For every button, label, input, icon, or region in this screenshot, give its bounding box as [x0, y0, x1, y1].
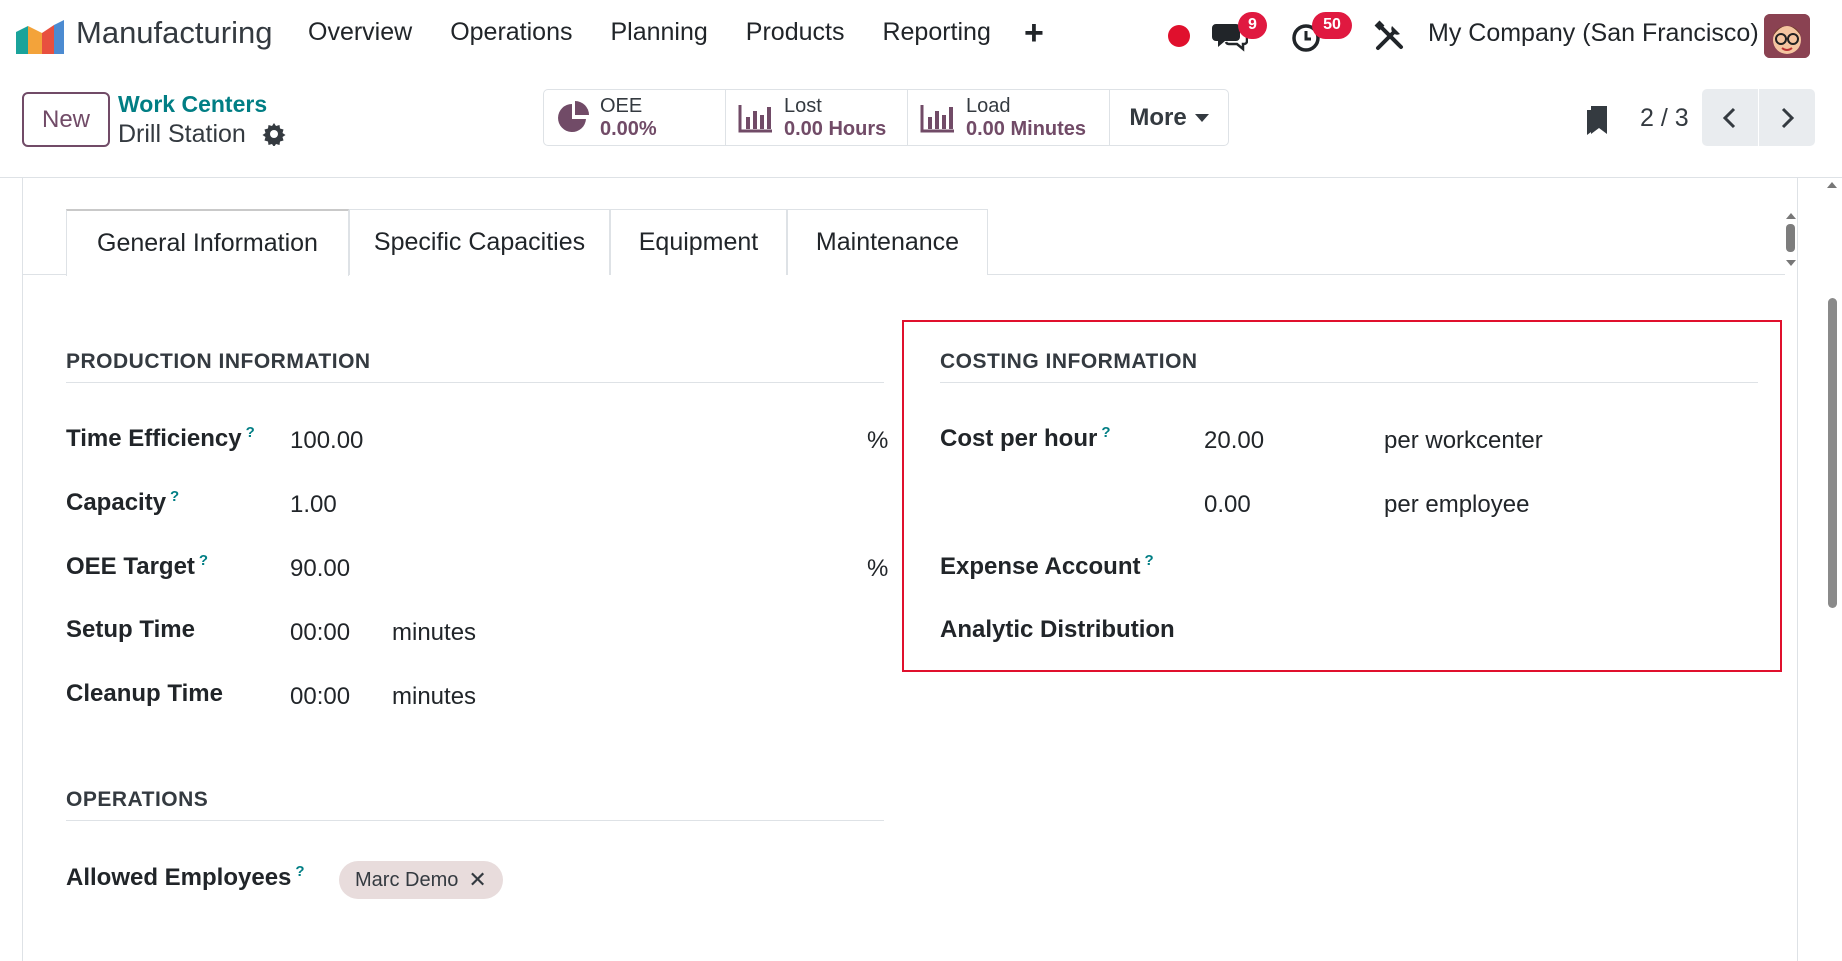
menu-overview[interactable]: Overview — [308, 18, 412, 47]
allowed-employees-label: Allowed Employees? — [66, 863, 305, 891]
help-icon[interactable]: ? — [199, 552, 208, 569]
scroll-down-icon[interactable] — [1786, 260, 1796, 266]
caret-down-icon — [1194, 113, 1209, 122]
expense-account-input[interactable] — [1204, 555, 1764, 585]
lost-label: Lost — [784, 94, 822, 117]
time-efficiency-input[interactable]: 100.00 — [290, 427, 363, 455]
lost-stat-button[interactable]: Lost 0.00 Hours — [726, 90, 908, 145]
help-icon[interactable]: ? — [1145, 552, 1154, 569]
bar-chart-icon — [920, 104, 954, 132]
close-icon[interactable]: ✕ — [468, 861, 486, 899]
menu-products[interactable]: Products — [746, 18, 845, 47]
user-avatar[interactable] — [1764, 14, 1810, 58]
expense-account-label: Expense Account? — [940, 552, 1154, 580]
employee-tag-label: Marc Demo — [355, 869, 459, 891]
load-stat-button[interactable]: Load 0.00 Minutes — [908, 90, 1110, 145]
tab-general-information[interactable]: General Information — [66, 209, 349, 276]
capacity-label: Capacity? — [66, 488, 180, 516]
more-dropdown-button[interactable]: More — [1110, 90, 1228, 145]
oee-value: 0.00% — [600, 117, 657, 140]
lost-value: 0.00 Hours — [784, 117, 887, 140]
chevron-right-icon — [1781, 107, 1795, 129]
form-sheet: General Information Specific Capacities … — [22, 178, 1798, 961]
menu-reporting[interactable]: Reporting — [882, 18, 990, 47]
employee-tag: Marc Demo ✕ — [339, 861, 503, 899]
time-efficiency-unit: % — [867, 427, 889, 454]
cost-per-hour-label: Cost per hour? — [940, 424, 1111, 452]
control-panel: New Work Centers Drill Station OEE 0.00% — [0, 72, 1842, 178]
app-name[interactable]: Manufacturing — [76, 15, 272, 51]
menu-planning[interactable]: Planning — [610, 18, 707, 47]
breadcrumb-work-centers[interactable]: Work Centers — [118, 91, 267, 118]
bar-chart-icon — [738, 104, 772, 132]
tab-maintenance[interactable]: Maintenance — [787, 209, 988, 275]
chevron-left-icon — [1722, 107, 1736, 129]
stat-buttons: OEE 0.00% Lost 0.00 Hours Load 0.00 Minu… — [543, 89, 1229, 146]
record-dot-icon[interactable] — [1168, 25, 1190, 47]
setup-time-label: Setup Time — [66, 616, 195, 643]
plus-icon[interactable]: + — [1024, 14, 1044, 53]
breadcrumb-current: Drill Station — [118, 120, 246, 148]
pie-chart-icon — [558, 100, 589, 132]
cleanup-time-input[interactable]: 00:00 — [290, 683, 350, 711]
page-scroll-thumb[interactable] — [1828, 298, 1837, 608]
costing-section-title: COSTING INFORMATION — [940, 350, 1758, 383]
setup-time-unit: minutes — [392, 619, 477, 646]
load-value: 0.00 Minutes — [966, 117, 1087, 140]
more-label: More — [1129, 103, 1187, 131]
page-scrollbar[interactable] — [1822, 178, 1842, 961]
cost-employee-input[interactable]: 0.00 — [1204, 491, 1251, 519]
capacity-input[interactable]: 1.00 — [290, 491, 337, 519]
manufacturing-logo-icon[interactable] — [16, 20, 64, 54]
tab-equipment[interactable]: Equipment — [610, 209, 787, 275]
scroll-up-icon[interactable] — [1786, 213, 1796, 219]
cost-employee-unit: per employee — [1384, 491, 1530, 518]
tools-icon[interactable] — [1374, 20, 1406, 52]
cost-workcenter-unit: per workcenter — [1384, 427, 1543, 454]
setup-time-input[interactable]: 00:00 — [290, 619, 350, 647]
bookmark-icon[interactable] — [1585, 102, 1611, 136]
cost-workcenter-input[interactable]: 20.00 — [1204, 427, 1264, 455]
help-icon[interactable]: ? — [1101, 424, 1110, 441]
analytic-distribution-input[interactable] — [1204, 619, 1764, 649]
help-icon[interactable]: ? — [295, 863, 304, 880]
tabs-scrollbar[interactable] — [1783, 210, 1799, 268]
pager-next-button[interactable] — [1759, 89, 1815, 146]
gear-icon[interactable] — [262, 122, 286, 146]
help-icon[interactable]: ? — [170, 488, 179, 505]
cleanup-time-label: Cleanup Time — [66, 680, 223, 707]
oee-target-unit: % — [867, 555, 889, 582]
cleanup-time-unit: minutes — [392, 683, 477, 710]
production-section-title: PRODUCTION INFORMATION — [66, 350, 884, 383]
time-efficiency-label: Time Efficiency? — [66, 424, 255, 452]
scroll-thumb[interactable] — [1786, 224, 1795, 252]
tab-specific-capacities[interactable]: Specific Capacities — [349, 209, 610, 275]
new-button[interactable]: New — [22, 92, 110, 147]
oee-target-label: OEE Target? — [66, 552, 209, 580]
scroll-up-icon[interactable] — [1827, 182, 1837, 188]
help-icon[interactable]: ? — [246, 424, 255, 441]
activities-badge: 50 — [1312, 12, 1352, 39]
pager-previous-button[interactable] — [1702, 89, 1758, 146]
load-label: Load — [966, 94, 1011, 117]
messages-badge: 9 — [1238, 12, 1267, 39]
company-switcher[interactable]: My Company (San Francisco) — [1428, 19, 1759, 48]
main-menu: Overview Operations Planning Products Re… — [308, 18, 991, 47]
oee-target-input[interactable]: 90.00 — [290, 555, 350, 583]
menu-operations[interactable]: Operations — [450, 18, 572, 47]
oee-stat-button[interactable]: OEE 0.00% — [544, 90, 726, 145]
notebook-tabs: General Information Specific Capacities … — [23, 209, 1785, 276]
operations-section-title: OPERATIONS — [66, 788, 884, 821]
pager-value[interactable]: 2 / 3 — [1640, 104, 1689, 133]
top-navbar: Manufacturing Overview Operations Planni… — [0, 0, 1842, 72]
oee-label: OEE — [600, 94, 643, 117]
analytic-distribution-label: Analytic Distribution — [940, 616, 1175, 643]
